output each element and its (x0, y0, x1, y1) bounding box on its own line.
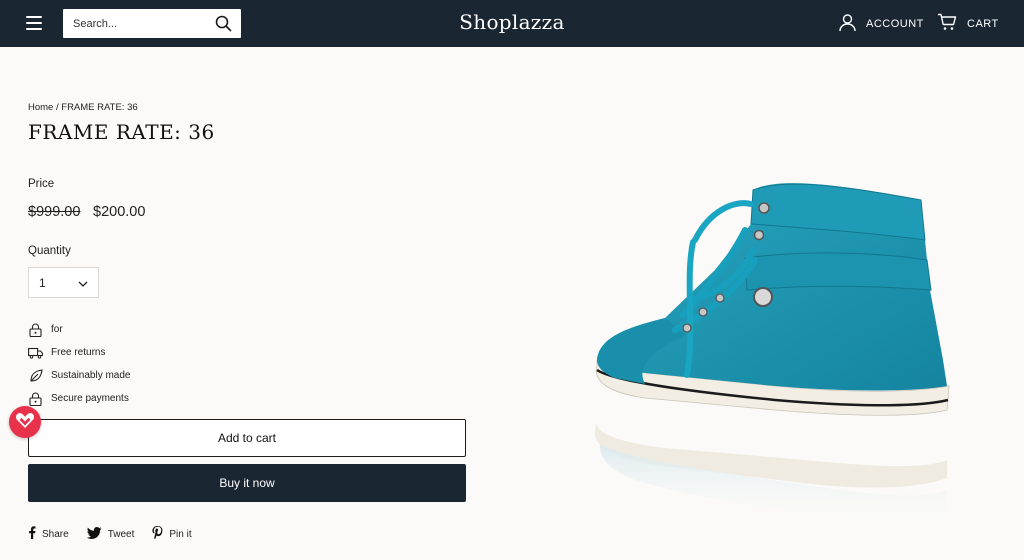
breadcrumb: Home / FRAME RATE: 36 (28, 102, 138, 113)
feature-text: Free returns (51, 347, 106, 358)
lock-icon (28, 391, 43, 406)
hamburger-menu-icon[interactable] (26, 14, 46, 32)
price-label: Price (28, 178, 55, 190)
cart-icon (937, 13, 957, 34)
store-logo-text[interactable]: Shoplazza (459, 10, 564, 34)
quantity-select[interactable]: 1 (28, 267, 99, 298)
sale-price: $200.00 (93, 204, 146, 220)
feature-item: for (28, 318, 131, 341)
search-icon[interactable] (215, 15, 232, 33)
search-bar (63, 9, 241, 38)
breadcrumb-home-link[interactable]: Home (28, 102, 53, 113)
add-to-cart-button[interactable]: Add to cart (28, 419, 466, 457)
feature-item: Sustainably made (28, 364, 131, 387)
share-pinterest-label: Pin it (169, 528, 192, 540)
feature-text: for (51, 324, 63, 335)
twitter-icon (86, 526, 102, 542)
feature-text: Secure payments (51, 393, 129, 404)
feature-text: Sustainably made (51, 370, 131, 381)
top-header: Shoplazza ACCOUNT CART (0, 0, 1024, 47)
share-links: Share Tweet Pin it (28, 526, 192, 542)
gift-heart-icon (15, 411, 35, 434)
share-facebook-label: Share (42, 528, 69, 540)
sneaker-image (594, 183, 950, 530)
leaf-icon (28, 368, 43, 383)
floating-gift-badge[interactable] (9, 406, 41, 438)
chevron-down-icon (78, 276, 88, 290)
search-input[interactable] (73, 17, 215, 30)
share-facebook-link[interactable]: Share (28, 526, 69, 542)
lock-icon (28, 322, 43, 337)
feature-item: Free returns (28, 341, 131, 364)
cart-link[interactable]: CART (937, 13, 999, 34)
quantity-label: Quantity (28, 245, 71, 257)
product-title: FRAME RATE: 36 (28, 120, 215, 144)
pinterest-icon (152, 526, 163, 542)
product-features-list: for Free returns Sustainably made Secure… (28, 318, 131, 410)
account-label: ACCOUNT (866, 18, 924, 30)
account-link[interactable]: ACCOUNT (838, 13, 924, 35)
share-twitter-label: Tweet (107, 528, 135, 540)
share-twitter-link[interactable]: Tweet (86, 526, 135, 542)
user-icon (838, 13, 857, 35)
product-image (575, 160, 975, 540)
share-pinterest-link[interactable]: Pin it (152, 526, 192, 542)
truck-icon (28, 345, 43, 360)
cart-label: CART (967, 17, 999, 30)
quantity-value: 1 (39, 275, 46, 290)
original-price: $999.00 (28, 204, 81, 220)
buy-now-button[interactable]: Buy it now (28, 464, 466, 502)
feature-item: Secure payments (28, 387, 131, 410)
breadcrumb-current: FRAME RATE: 36 (61, 102, 138, 113)
facebook-icon (28, 526, 36, 542)
